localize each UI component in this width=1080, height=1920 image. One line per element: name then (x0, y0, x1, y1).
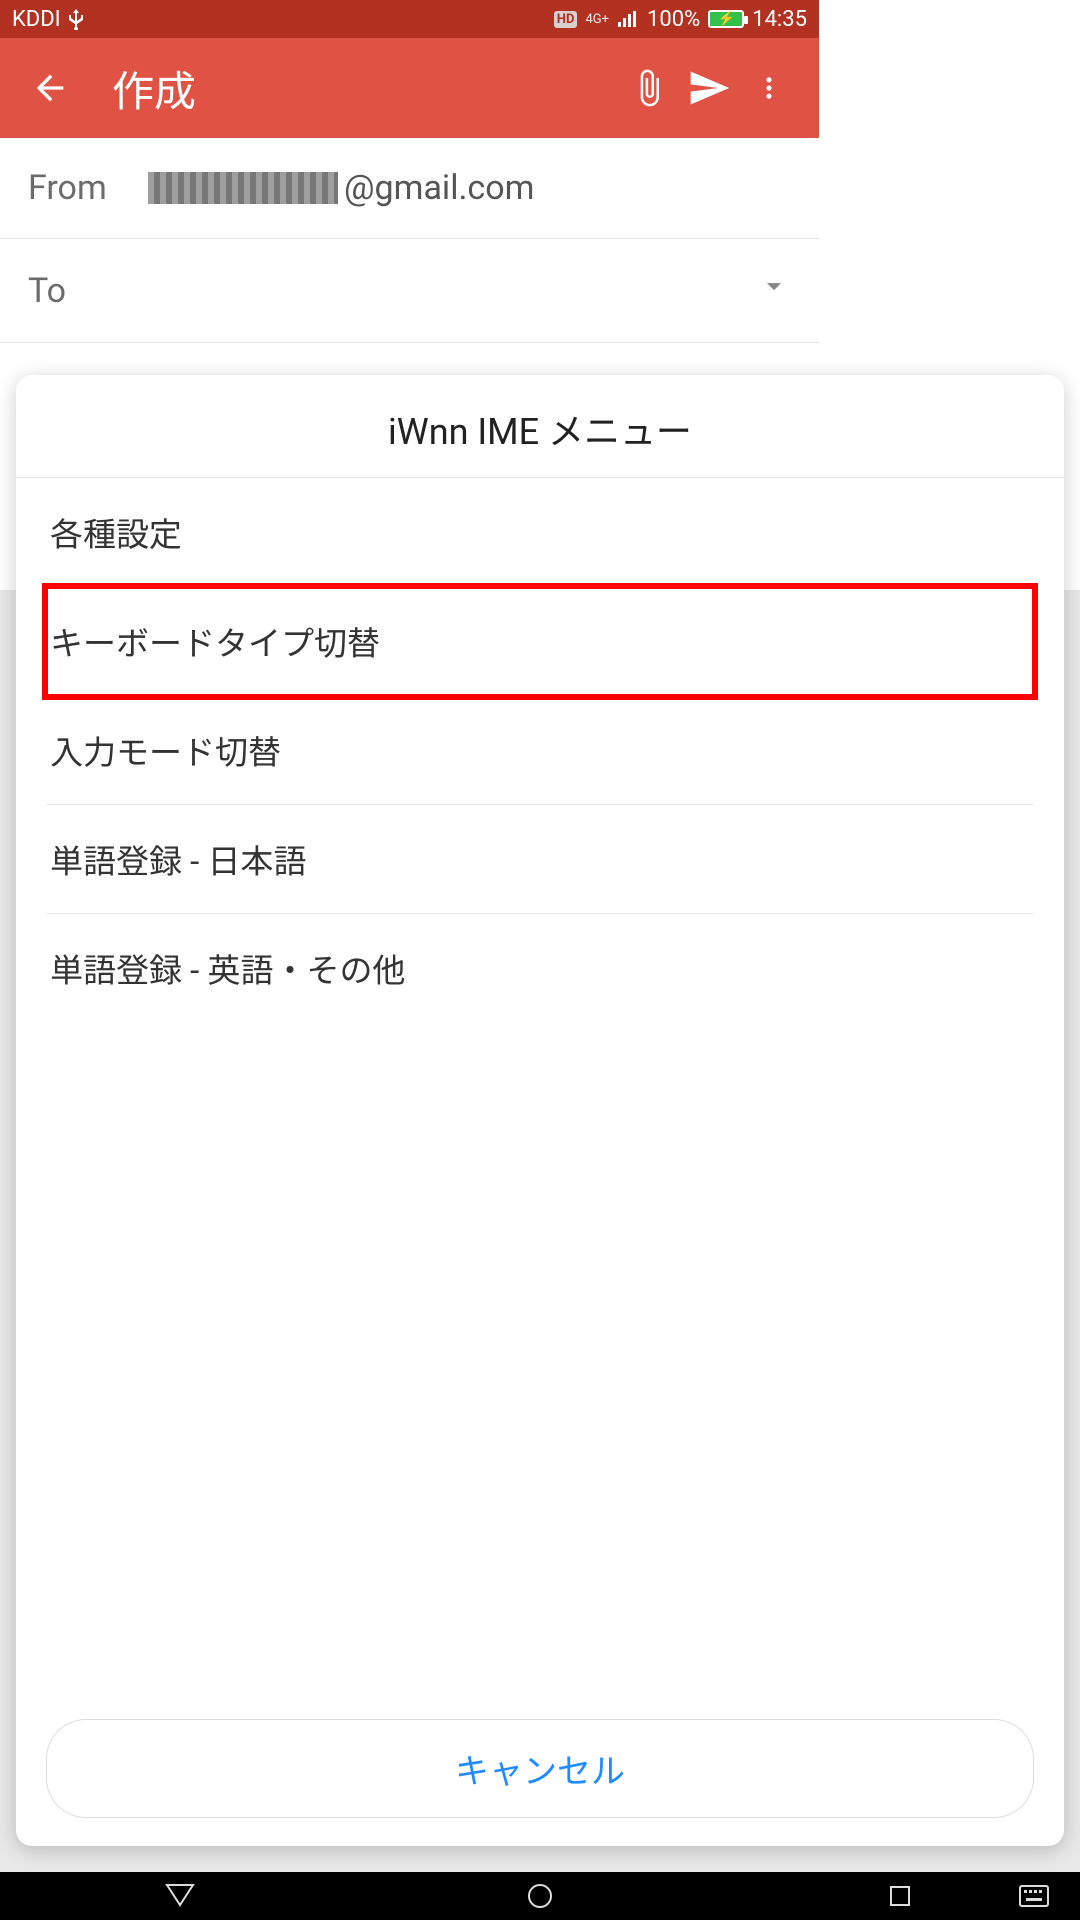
ime-menu-item-dict-jp[interactable]: 単語登録 - 日本語 (46, 805, 1034, 914)
ime-menu-title: iWnn IME メニュー (16, 375, 1064, 478)
ime-menu-item-label: 単語登録 - 英語・その他 (50, 952, 406, 991)
nav-ime-button[interactable] (1006, 1878, 1062, 1914)
navigation-bar (0, 1872, 1080, 1920)
ime-menu-item-label: 各種設定 (50, 516, 182, 555)
nav-home-button[interactable] (512, 1878, 568, 1914)
nav-recent-button[interactable] (872, 1878, 928, 1914)
ime-menu-item-input-mode[interactable]: 入力モード切替 (46, 696, 1034, 805)
ime-menu-item-label: キーボードタイプ切替 (50, 625, 380, 664)
ime-menu-dialog: iWnn IME メニュー 各種設定 キーボードタイプ切替 入力モード切替 単語… (16, 375, 1064, 1846)
ime-menu-item-keyboard-type[interactable]: キーボードタイプ切替 (46, 587, 1034, 696)
ime-menu-list: 各種設定 キーボードタイプ切替 入力モード切替 単語登録 - 日本語 単語登録 … (16, 478, 1064, 1697)
ime-menu-item-label: 入力モード切替 (50, 734, 281, 773)
cancel-button[interactable]: キャンセル (46, 1719, 1034, 1818)
ime-menu-backdrop: iWnn IME メニュー 各種設定 キーボードタイプ切替 入力モード切替 単語… (0, 0, 1080, 1920)
cancel-button-label: キャンセル (455, 1753, 625, 1791)
nav-back-button[interactable] (152, 1878, 208, 1914)
ime-menu-item-label: 単語登録 - 日本語 (50, 843, 307, 882)
ime-menu-item-dict-en[interactable]: 単語登録 - 英語・その他 (46, 914, 1034, 1022)
ime-menu-item-settings[interactable]: 各種設定 (46, 478, 1034, 587)
ime-menu-footer: キャンセル (16, 1697, 1064, 1846)
